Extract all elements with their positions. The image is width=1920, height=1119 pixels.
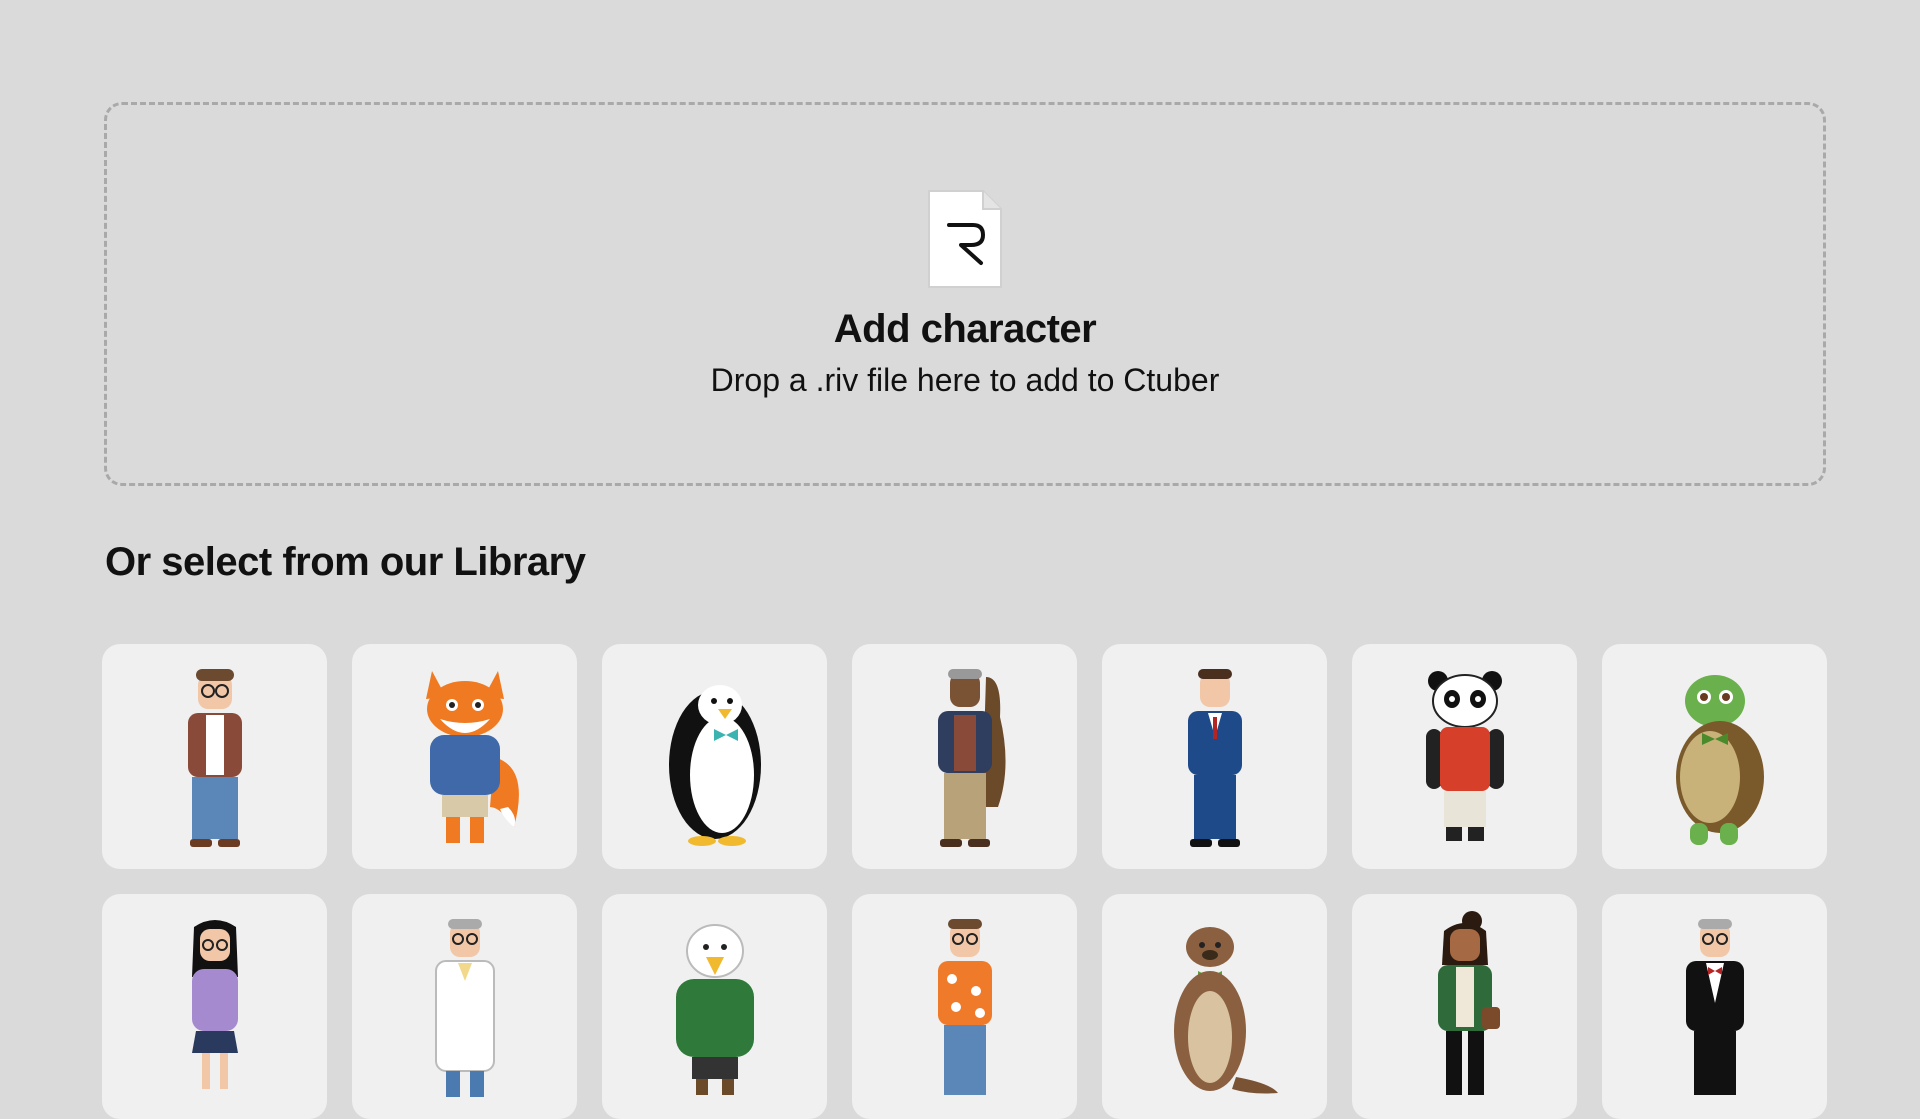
doctor-icon (434, 918, 495, 1097)
character-card-panda[interactable] (1352, 644, 1577, 869)
man-tuxedo-icon (1685, 918, 1744, 1095)
otter-icon (1173, 926, 1278, 1093)
character-card-eagle-hoodie[interactable] (602, 894, 827, 1119)
character-card-fox-hoodie[interactable] (352, 644, 577, 869)
penguin-icon (668, 684, 761, 846)
library-title: Or select from our Library (105, 540, 586, 584)
panda-icon (1425, 670, 1504, 841)
drop-zone[interactable]: Add character Drop a .riv file here to a… (104, 102, 1826, 486)
eagle-hoodie-icon (675, 923, 754, 1095)
character-card-man-guitar-case[interactable] (852, 644, 1077, 869)
character-card-man-blue-suit[interactable] (1102, 644, 1327, 869)
man-guitar-case-icon (937, 668, 1006, 847)
character-card-woman-green-jacket[interactable] (1352, 894, 1577, 1119)
character-card-man-brown-jacket[interactable] (102, 644, 327, 869)
character-library-grid (102, 644, 1830, 1119)
woman-green-jacket-icon (1437, 910, 1500, 1095)
character-card-doctor[interactable] (352, 894, 577, 1119)
character-card-otter[interactable] (1102, 894, 1327, 1119)
man-brown-jacket-icon (187, 668, 242, 847)
character-card-girl-purple-hoodie[interactable] (102, 894, 327, 1119)
character-card-turtle[interactable] (1602, 644, 1827, 869)
turtle-icon (1675, 674, 1764, 845)
girl-purple-hoodie-icon (191, 919, 238, 1089)
character-card-penguin[interactable] (602, 644, 827, 869)
man-blue-suit-icon (1187, 668, 1242, 847)
fox-hoodie-icon (425, 670, 519, 843)
character-card-man-tuxedo[interactable] (1602, 894, 1827, 1119)
character-card-man-hawaiian-shirt[interactable] (852, 894, 1077, 1119)
drop-instructions: Drop a .riv file here to add to Ctuber (710, 362, 1220, 398)
add-character-title: Add character (833, 307, 1097, 351)
man-hawaiian-shirt-icon (937, 918, 992, 1095)
rive-file-icon (928, 190, 1002, 288)
